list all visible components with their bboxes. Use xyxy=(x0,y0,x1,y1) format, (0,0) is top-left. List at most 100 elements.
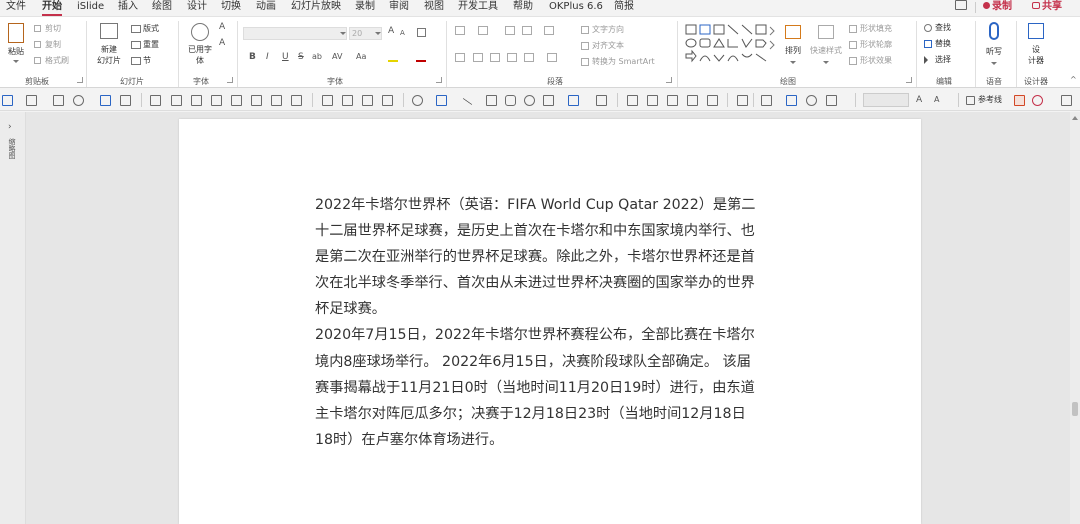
align-top-objects-icon[interactable] xyxy=(211,95,222,106)
rounded-rectangle-tool-icon[interactable] xyxy=(505,95,516,106)
designer-icon[interactable] xyxy=(1028,23,1044,39)
scroll-up-icon[interactable] xyxy=(1072,116,1078,120)
send-backward-icon[interactable] xyxy=(382,95,393,106)
cut-button[interactable]: 剪切 xyxy=(45,24,61,34)
new-slide-icon[interactable] xyxy=(100,23,118,39)
grow-font-qat-icon[interactable]: A xyxy=(916,95,927,106)
paste-dropdown-icon[interactable] xyxy=(13,60,19,63)
tab-record[interactable]: 录制 xyxy=(355,0,375,16)
ellipse-tool-icon[interactable] xyxy=(524,95,535,106)
slide-text-box[interactable]: 2022年卡塔尔世界杯（英语：FIFA World Cup Qatar 2022… xyxy=(315,192,795,453)
tab-view[interactable]: 视图 xyxy=(424,0,444,16)
font-launcher-icon[interactable] xyxy=(436,77,442,83)
shape-fill-button[interactable]: 形状填充 xyxy=(860,24,892,34)
used-fonts-icon[interactable] xyxy=(191,23,209,41)
customize-qat-icon[interactable] xyxy=(1061,95,1072,106)
merge-shapes-icon[interactable] xyxy=(596,95,607,106)
clipboard-launcher-icon[interactable] xyxy=(77,77,83,83)
guides-checkbox[interactable] xyxy=(966,96,975,105)
tab-okplus[interactable]: OKPlus 6.6 xyxy=(549,0,603,16)
picture-reset-icon[interactable] xyxy=(707,95,718,106)
qat-font-size-combo[interactable] xyxy=(863,93,909,107)
decrease-indent-icon[interactable] xyxy=(505,26,515,35)
grow-font-button[interactable]: A xyxy=(388,26,394,36)
tab-slideshow[interactable]: 幻灯片放映 xyxy=(291,0,341,16)
italic-button[interactable]: I xyxy=(266,52,269,62)
replace-button[interactable]: 替换 xyxy=(935,39,951,49)
shrink-font-button[interactable]: A xyxy=(400,28,405,38)
tab-design[interactable]: 设计 xyxy=(187,0,207,16)
new-slide-button-line2[interactable]: 幻灯片 xyxy=(91,56,127,66)
align-right-objects-icon[interactable] xyxy=(191,95,202,106)
tab-draw[interactable]: 绘图 xyxy=(152,0,172,16)
designer-button[interactable]: 设 xyxy=(1024,45,1048,55)
shape-fill-qat-icon[interactable] xyxy=(412,95,423,106)
save-icon[interactable] xyxy=(53,95,64,106)
tab-review[interactable]: 审阅 xyxy=(389,0,409,16)
quick-styles-button[interactable]: 快速样式 xyxy=(808,46,844,56)
text-direction-button[interactable]: 文字方向 xyxy=(592,25,624,35)
quick-styles-icon[interactable] xyxy=(818,25,834,39)
underline-button[interactable]: U xyxy=(282,52,289,62)
paste-button[interactable]: 粘贴 xyxy=(4,47,28,57)
change-case-button[interactable]: Aa xyxy=(356,52,366,62)
find-button[interactable]: 查找 xyxy=(935,23,951,33)
align-center-icon[interactable] xyxy=(473,53,483,62)
ungroup-objects-icon[interactable] xyxy=(342,95,353,106)
shrink-font-qat-icon[interactable]: A xyxy=(934,95,945,106)
tab-insert[interactable]: 插入 xyxy=(118,0,138,16)
highlight-color-icon[interactable] xyxy=(388,54,398,62)
increase-indent-icon[interactable] xyxy=(522,26,532,35)
format-painter-qat-icon[interactable] xyxy=(737,95,748,106)
tab-file[interactable]: 文件 xyxy=(6,0,26,16)
grow-font-small-icon[interactable]: A xyxy=(219,22,225,32)
arrange-icon[interactable] xyxy=(785,25,801,39)
shape-outline-button[interactable]: 形状轮廓 xyxy=(860,40,892,50)
align-bottom-objects-icon[interactable] xyxy=(251,95,262,106)
tab-developer[interactable]: 开发工具 xyxy=(458,0,498,16)
arrange-dropdown-icon[interactable] xyxy=(790,61,796,64)
tab-briefing[interactable]: 简报 xyxy=(614,0,634,16)
used-fonts-button-line2[interactable]: 体 xyxy=(188,56,212,66)
line-tool-icon[interactable] xyxy=(462,97,473,106)
rectangle-tool-icon[interactable] xyxy=(486,95,497,106)
paste-icon[interactable] xyxy=(8,23,24,43)
triangle-tool-icon[interactable] xyxy=(543,95,554,106)
picture-icon[interactable] xyxy=(627,95,638,106)
rotate-icon[interactable] xyxy=(806,95,817,106)
dictate-button[interactable]: 听写 xyxy=(982,47,1006,57)
shape-effects-button[interactable]: 形状效果 xyxy=(860,56,892,66)
shrink-font-small-icon[interactable]: A xyxy=(219,38,225,48)
shape-outline-qat-icon[interactable] xyxy=(436,95,447,106)
text-box-icon[interactable] xyxy=(786,95,797,106)
record-button[interactable]: 录制 xyxy=(983,0,1012,15)
char-spacing-button[interactable]: AV xyxy=(332,52,342,62)
drawing-launcher-icon[interactable] xyxy=(906,77,912,83)
clear-format-icon[interactable] xyxy=(417,28,426,37)
align-middle-objects-icon[interactable] xyxy=(231,95,242,106)
align-text-button[interactable]: 对齐文本 xyxy=(592,41,624,51)
expand-thumbnails-icon[interactable]: › xyxy=(8,122,12,132)
used-fonts-launcher-icon[interactable] xyxy=(227,77,233,83)
start-from-beginning-icon[interactable] xyxy=(100,95,111,106)
tab-animations[interactable]: 动画 xyxy=(256,0,276,16)
edit-points-icon[interactable] xyxy=(568,95,579,106)
slide[interactable]: 2022年卡塔尔世界杯（英语：FIFA World Cup Qatar 2022… xyxy=(179,119,921,524)
strikethrough-button[interactable]: S xyxy=(298,52,304,62)
align-center-objects-icon[interactable] xyxy=(171,95,182,106)
dictate-dropdown-icon[interactable] xyxy=(991,62,997,65)
bullets-icon[interactable] xyxy=(455,26,465,35)
paragraph-launcher-icon[interactable] xyxy=(666,77,672,83)
section-button[interactable]: 节 xyxy=(143,56,151,66)
microphone-icon[interactable] xyxy=(989,22,999,40)
tab-islide[interactable]: iSlide xyxy=(77,0,104,16)
layout-button[interactable]: 版式 xyxy=(143,24,159,34)
distribute-vertical-icon[interactable] xyxy=(291,95,302,106)
distributed-icon[interactable] xyxy=(524,53,534,62)
bring-forward-icon[interactable] xyxy=(362,95,373,106)
select-button[interactable]: 选择 xyxy=(935,55,951,65)
bold-button[interactable]: B xyxy=(249,52,256,62)
font-name-combo[interactable] xyxy=(243,27,347,40)
align-left-icon[interactable] xyxy=(455,53,465,62)
align-left-objects-icon[interactable] xyxy=(150,95,161,106)
